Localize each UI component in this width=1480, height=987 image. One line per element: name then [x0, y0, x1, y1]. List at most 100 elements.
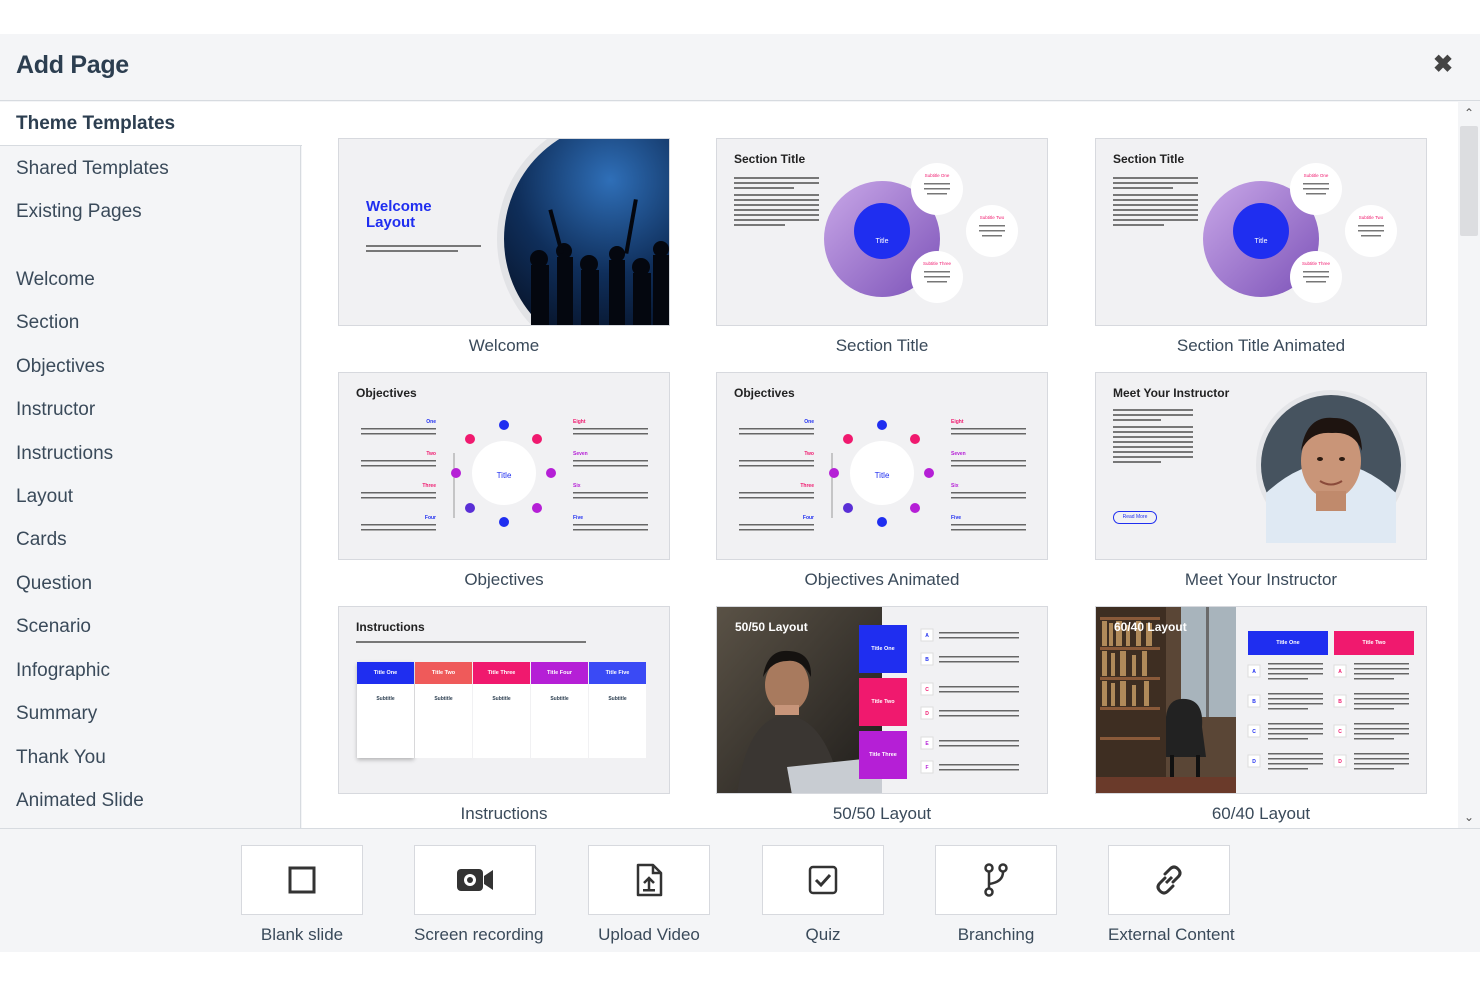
- section-graphic: Title Subtitle One Subtitle Two Subtitle…: [824, 163, 1018, 303]
- screen-recording-tile[interactable]: [414, 845, 536, 915]
- objective-right-2: Seven: [951, 451, 966, 457]
- column-header: Title One: [357, 662, 414, 684]
- category-section[interactable]: Section: [16, 312, 79, 334]
- category-infographic[interactable]: Infographic: [16, 660, 110, 682]
- column-subtitle: Subtitle: [608, 696, 627, 702]
- subtitle-three: Subtitle Three: [1302, 261, 1330, 266]
- letter: D: [1338, 759, 1342, 765]
- crowd-image: [497, 139, 669, 325]
- thumb-heading: Instructions: [356, 620, 425, 634]
- screen-recording-button[interactable]: Screen recording: [414, 845, 544, 945]
- subtitle-three: Subtitle Three: [923, 261, 951, 266]
- subtitle-two: Subtitle Two: [980, 215, 1005, 220]
- template-card-objectives-animated[interactable]: Objectives Title One Two Three Four Eigh…: [716, 372, 1048, 590]
- square-icon: [288, 866, 316, 894]
- category-welcome[interactable]: Welcome: [16, 269, 95, 291]
- blank-slide-button[interactable]: Blank slide: [241, 845, 363, 945]
- branching-button[interactable]: Branching: [935, 845, 1057, 945]
- category-summary[interactable]: Summary: [16, 703, 97, 725]
- branching-tile[interactable]: [935, 845, 1057, 915]
- thumb-text-lines: [356, 641, 586, 646]
- letter: B: [1338, 699, 1342, 705]
- template-thumbnail[interactable]: Meet Your Instructor Read More: [1095, 372, 1427, 560]
- template-card-instructions[interactable]: Instructions Title One Subtitle Title Tw…: [338, 606, 670, 824]
- category-animated-slide[interactable]: Animated Slide: [16, 790, 144, 812]
- letter: D: [1252, 759, 1256, 765]
- file-upload-icon: [636, 863, 663, 897]
- template-thumbnail[interactable]: Objectives Title One Two Three Four Eigh…: [716, 372, 1048, 560]
- add-page-toolbar: Blank slide Screen recording Upload Vide…: [0, 828, 1480, 952]
- template-card-welcome[interactable]: Welcome Layout Welcome: [338, 138, 670, 356]
- template-thumbnail[interactable]: Section Title Title Subtitle One Subtitl…: [716, 138, 1048, 326]
- category-cards[interactable]: Cards: [16, 529, 67, 551]
- column-subtitle: Subtitle: [492, 696, 511, 702]
- external-content-button[interactable]: External Content: [1108, 845, 1235, 945]
- letter: B: [925, 657, 929, 663]
- objective-left-2: Two: [426, 451, 436, 457]
- objective-left-1: One: [804, 419, 814, 425]
- sidebar: Theme Templates Shared Templates Existin…: [0, 102, 302, 828]
- template-card-section-title-animated[interactable]: Section Title Title Subtitle One Subtitl…: [1095, 138, 1427, 356]
- tab-theme-templates[interactable]: Theme Templates: [0, 102, 302, 146]
- objective-right-1: Eight: [951, 419, 964, 425]
- template-label: Instructions: [460, 804, 548, 823]
- section-center-title: Title: [876, 238, 889, 245]
- external-content-tile[interactable]: [1108, 845, 1230, 915]
- upload-video-button[interactable]: Upload Video: [588, 845, 710, 945]
- template-card-60-40-layout[interactable]: 60/40 Layout Title One Title Two A B C D…: [1095, 606, 1427, 824]
- objective-left-4: Four: [803, 515, 814, 521]
- chevron-down-icon[interactable]: ⌄: [1458, 808, 1480, 826]
- template-thumbnail[interactable]: Section Title Title Subtitle One Subtitl…: [1095, 138, 1427, 326]
- column-header: Title Five: [589, 662, 646, 684]
- template-thumbnail[interactable]: Instructions Title One Subtitle Title Tw…: [338, 606, 670, 794]
- template-card-meet-your-instructor[interactable]: Meet Your Instructor Read More Meet Your…: [1095, 372, 1427, 590]
- section-center-title: Title: [1255, 238, 1268, 245]
- template-label: Objectives Animated: [804, 570, 960, 589]
- scroll-thumb[interactable]: [1460, 126, 1478, 236]
- quiz-tile[interactable]: [762, 845, 884, 915]
- template-card-section-title[interactable]: Section Title Title Subtitle One Subtitl…: [716, 138, 1048, 356]
- template-scrollbar[interactable]: ⌃ ⌄: [1458, 102, 1480, 828]
- template-grid: Welcome Layout Welcome Section Title Tit…: [302, 102, 1458, 828]
- category-objectives[interactable]: Objectives: [16, 356, 105, 378]
- template-thumbnail[interactable]: 50/50 Layout Title One Title Two Title T…: [716, 606, 1048, 794]
- objective-left-3: Three: [422, 483, 436, 489]
- section-graphic: Title Subtitle One Subtitle Two Subtitle…: [1203, 163, 1397, 303]
- letter-list: A B C D E F: [920, 628, 1019, 774]
- column-subtitle: Subtitle: [434, 696, 453, 702]
- tool-label: Screen recording: [414, 925, 544, 944]
- column-subtitle: Subtitle: [376, 696, 395, 702]
- objective-right-2: Seven: [573, 451, 588, 457]
- template-thumbnail[interactable]: Objectives Title One Two Three Four Eigh…: [338, 372, 670, 560]
- column-header: Title Two: [415, 662, 472, 684]
- upload-video-tile[interactable]: [588, 845, 710, 915]
- template-thumbnail[interactable]: Welcome Layout: [338, 138, 670, 326]
- tab-shared-templates[interactable]: Shared Templates: [0, 147, 301, 191]
- template-label: 50/50 Layout: [832, 804, 932, 823]
- tab-existing-pages[interactable]: Existing Pages: [0, 190, 301, 234]
- tool-label: Upload Video: [598, 925, 700, 944]
- instructor-portrait: [1256, 390, 1406, 543]
- objective-left-2: Two: [804, 451, 814, 457]
- blank-slide-tile[interactable]: [241, 845, 363, 915]
- category-scenario[interactable]: Scenario: [16, 616, 91, 638]
- objective-left-3: Three: [800, 483, 814, 489]
- template-thumbnail[interactable]: 60/40 Layout Title One Title Two A B C D…: [1095, 606, 1427, 794]
- template-card-50-50-layout[interactable]: 50/50 Layout Title One Title Two Title T…: [716, 606, 1048, 824]
- category-instructor[interactable]: Instructor: [16, 399, 95, 421]
- template-label: Welcome: [468, 336, 540, 355]
- objective-right-1: Eight: [573, 419, 586, 425]
- template-card-objectives[interactable]: Objectives Title One Two Three Four Eigh…: [338, 372, 670, 590]
- objective-right-3: Six: [573, 483, 581, 489]
- close-icon[interactable]: ✖: [1430, 52, 1456, 78]
- branch-icon: [984, 863, 1008, 897]
- category-layout[interactable]: Layout: [16, 486, 73, 508]
- quiz-button[interactable]: Quiz: [762, 845, 884, 945]
- template-label: Objectives: [464, 570, 544, 589]
- chevron-up-icon[interactable]: ⌃: [1458, 104, 1480, 122]
- template-label: Section Title Animated: [1176, 336, 1346, 355]
- category-instructions[interactable]: Instructions: [16, 443, 113, 465]
- category-thank-you[interactable]: Thank You: [16, 747, 106, 769]
- category-question[interactable]: Question: [16, 573, 92, 595]
- tool-label: Branching: [957, 925, 1035, 944]
